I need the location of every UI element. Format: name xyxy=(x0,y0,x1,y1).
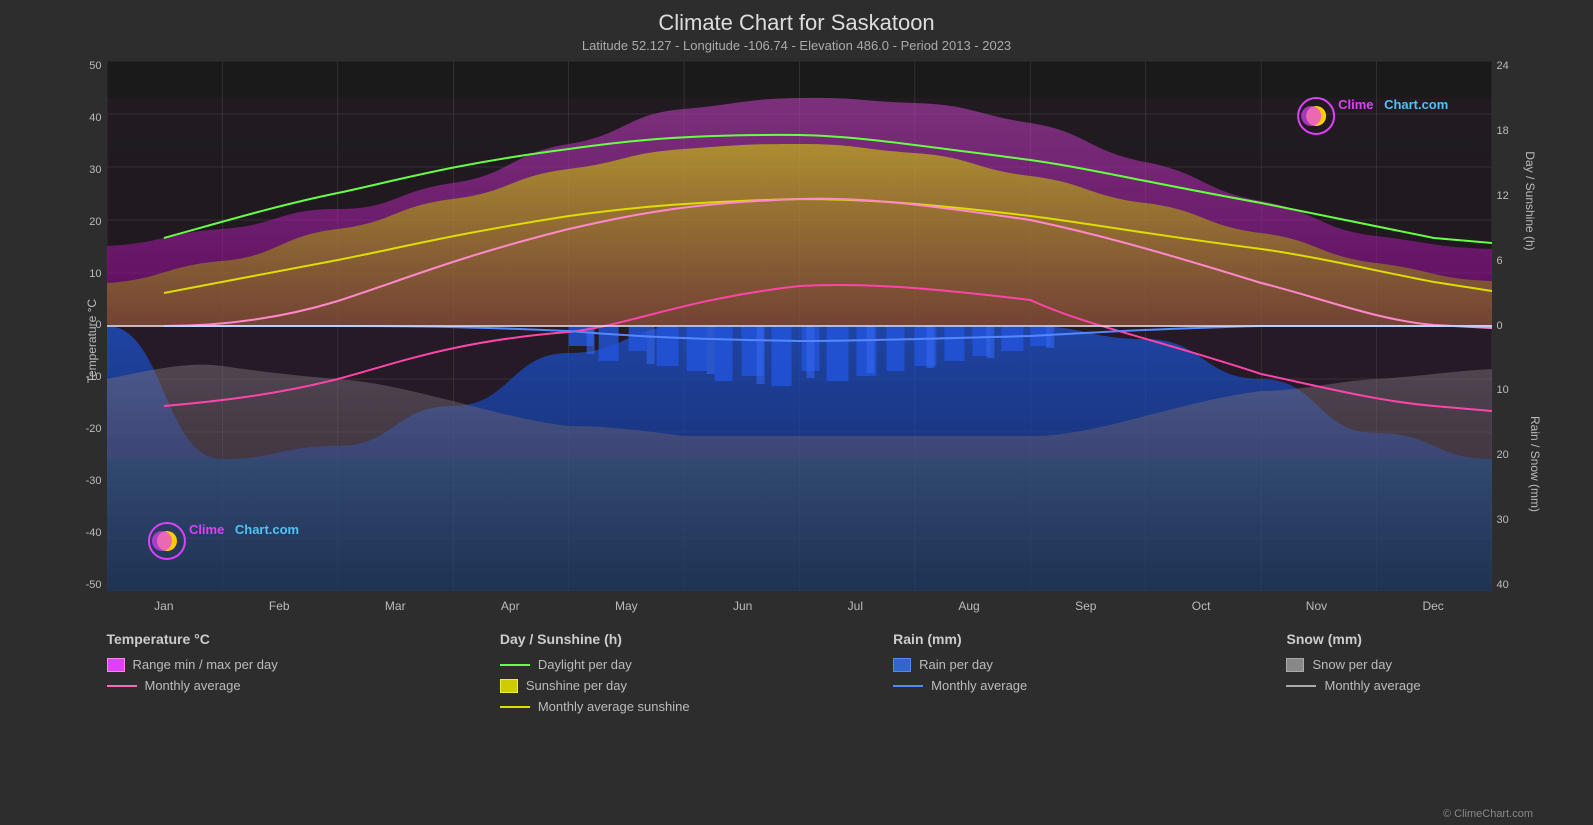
legend-temp-range: Range min / max per day xyxy=(107,657,307,672)
rain-avg-label: Monthly average xyxy=(931,678,1027,693)
legend-temperature: Temperature °C Range min / max per day M… xyxy=(107,631,307,714)
svg-text:Chart.com: Chart.com xyxy=(1384,97,1448,112)
sunshine-avg-line xyxy=(500,706,530,708)
sunshine-swatch xyxy=(500,679,518,693)
chart-wrapper: Temperature °C Day / Sunshine (h) Rain /… xyxy=(47,61,1547,621)
month-aug: Aug xyxy=(958,599,979,613)
temp-avg-label: Monthly average xyxy=(145,678,241,693)
legend-area: Temperature °C Range min / max per day M… xyxy=(47,621,1547,714)
legend-rain-title: Rain (mm) xyxy=(893,631,1093,647)
legend-snow: Snow (mm) Snow per day Monthly average xyxy=(1286,631,1486,714)
daylight-line xyxy=(500,664,530,666)
rain-label: Rain per day xyxy=(919,657,993,672)
month-dec: Dec xyxy=(1422,599,1443,613)
x-axis: Jan Feb Mar Apr May Jun Jul Aug Sep Oct … xyxy=(107,591,1492,621)
month-nov: Nov xyxy=(1306,599,1327,613)
legend-temp-title: Temperature °C xyxy=(107,631,307,647)
snow-swatch xyxy=(1286,658,1304,672)
svg-text:Clime: Clime xyxy=(1338,97,1373,112)
legend-sunshine: Day / Sunshine (h) Daylight per day Suns… xyxy=(500,631,700,714)
snow-avg-label: Monthly average xyxy=(1324,678,1420,693)
month-apr: Apr xyxy=(501,599,520,613)
daylight-label: Daylight per day xyxy=(538,657,632,672)
month-jan: Jan xyxy=(154,599,173,613)
main-container: Climate Chart for Saskatoon Latitude 52.… xyxy=(0,0,1593,825)
svg-text:Chart.com: Chart.com xyxy=(234,522,298,537)
month-may: May xyxy=(615,599,638,613)
month-jul: Jul xyxy=(848,599,863,613)
legend-daylight: Daylight per day xyxy=(500,657,700,672)
legend-rain: Rain (mm) Rain per day Monthly average xyxy=(893,631,1093,714)
temp-range-label: Range min / max per day xyxy=(133,657,278,672)
month-sep: Sep xyxy=(1075,599,1096,613)
chart-title: Climate Chart for Saskatoon xyxy=(582,10,1011,36)
rain-avg-line xyxy=(893,685,923,687)
month-feb: Feb xyxy=(269,599,290,613)
y-axis-left: 50 40 30 20 10 0 -10 -20 -30 -40 -50 xyxy=(47,61,107,591)
chart-area: Clime Chart.com Clime Chart.com xyxy=(107,61,1492,591)
temp-avg-line xyxy=(107,685,137,687)
sunshine-label: Sunshine per day xyxy=(526,678,627,693)
legend-sunshine-swatch: Sunshine per day xyxy=(500,678,700,693)
svg-text:Clime: Clime xyxy=(188,522,223,537)
rain-swatch xyxy=(893,658,911,672)
legend-snow-avg: Monthly average xyxy=(1286,678,1486,693)
legend-snow-title: Snow (mm) xyxy=(1286,631,1486,647)
month-mar: Mar xyxy=(385,599,406,613)
legend-sunshine-avg: Monthly average sunshine xyxy=(500,699,700,714)
chart-svg: Clime Chart.com Clime Chart.com xyxy=(107,61,1492,591)
y-axis-right: 24 18 12 6 0 10 20 30 40 xyxy=(1492,61,1547,591)
legend-temp-avg: Monthly average xyxy=(107,678,307,693)
legend-rain-avg: Monthly average xyxy=(893,678,1093,693)
chart-subtitle: Latitude 52.127 - Longitude -106.74 - El… xyxy=(582,38,1011,53)
snow-avg-line xyxy=(1286,685,1316,687)
snow-per-day-label: Snow per day xyxy=(1312,657,1392,672)
legend-snow-swatch: Snow per day xyxy=(1286,657,1486,672)
temp-range-swatch xyxy=(107,658,125,672)
copyright: © ClimeChart.com xyxy=(1443,808,1533,820)
legend-sunshine-title: Day / Sunshine (h) xyxy=(500,631,700,647)
legend-rain-swatch: Rain per day xyxy=(893,657,1093,672)
title-area: Climate Chart for Saskatoon Latitude 52.… xyxy=(582,0,1011,53)
month-jun: Jun xyxy=(733,599,752,613)
month-oct: Oct xyxy=(1192,599,1211,613)
sunshine-avg-label: Monthly average sunshine xyxy=(538,699,690,714)
